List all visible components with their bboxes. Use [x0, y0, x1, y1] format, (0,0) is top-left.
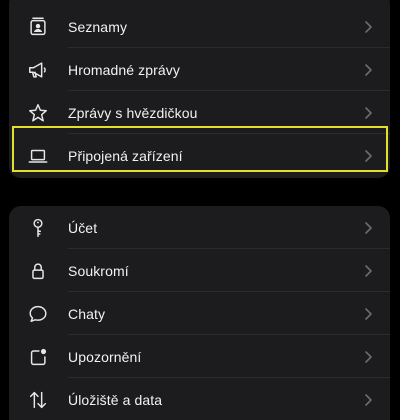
settings-item-linked-devices[interactable]: Připojená zařízení [9, 134, 390, 177]
settings-item-storage[interactable]: Úložiště a data [9, 378, 390, 420]
chevron-right-icon [363, 221, 373, 235]
chevron-right-icon [363, 63, 373, 77]
megaphone-icon [26, 58, 50, 82]
settings-item-label: Chaty [68, 305, 106, 322]
settings-screen: Seznamy Hromadné zprávy Zprávy s hvězdič… [0, 0, 400, 420]
laptop-icon [26, 144, 50, 168]
settings-item-broadcast[interactable]: Hromadné zprávy [9, 48, 390, 91]
settings-item-starred[interactable]: Zprávy s hvězdičkou [9, 91, 390, 134]
settings-item-label: Seznamy [68, 18, 128, 35]
chevron-right-icon [363, 307, 373, 321]
settings-item-privacy[interactable]: Soukromí [9, 249, 390, 292]
settings-item-lists[interactable]: Seznamy [9, 5, 390, 48]
chevron-right-icon [363, 350, 373, 364]
chevron-right-icon [363, 149, 373, 163]
settings-group-account: Účet Soukromí Chaty Upozornění Úložiště … [9, 206, 390, 420]
chevron-right-icon [363, 264, 373, 278]
settings-item-label: Úložiště a data [68, 391, 163, 408]
contact-list-icon [26, 15, 50, 39]
star-icon [26, 101, 50, 125]
settings-item-label: Připojená zařízení [68, 147, 183, 164]
notification-icon [26, 345, 50, 369]
chevron-right-icon [363, 20, 373, 34]
settings-item-label: Hromadné zprávy [68, 61, 180, 78]
chevron-right-icon [363, 106, 373, 120]
chevron-right-icon [363, 393, 373, 407]
settings-item-label: Upozornění [68, 348, 142, 365]
settings-group-tools: Seznamy Hromadné zprávy Zprávy s hvězdič… [9, 0, 390, 178]
key-icon [26, 216, 50, 240]
chat-bubble-icon [26, 302, 50, 326]
settings-item-label: Zprávy s hvězdičkou [68, 104, 198, 121]
settings-item-account[interactable]: Účet [9, 206, 390, 249]
settings-item-chats[interactable]: Chaty [9, 292, 390, 335]
settings-item-notifications[interactable]: Upozornění [9, 335, 390, 378]
lock-icon [26, 259, 50, 283]
settings-item-label: Soukromí [68, 262, 129, 279]
data-arrows-icon [26, 388, 50, 412]
settings-item-label: Účet [68, 219, 98, 236]
